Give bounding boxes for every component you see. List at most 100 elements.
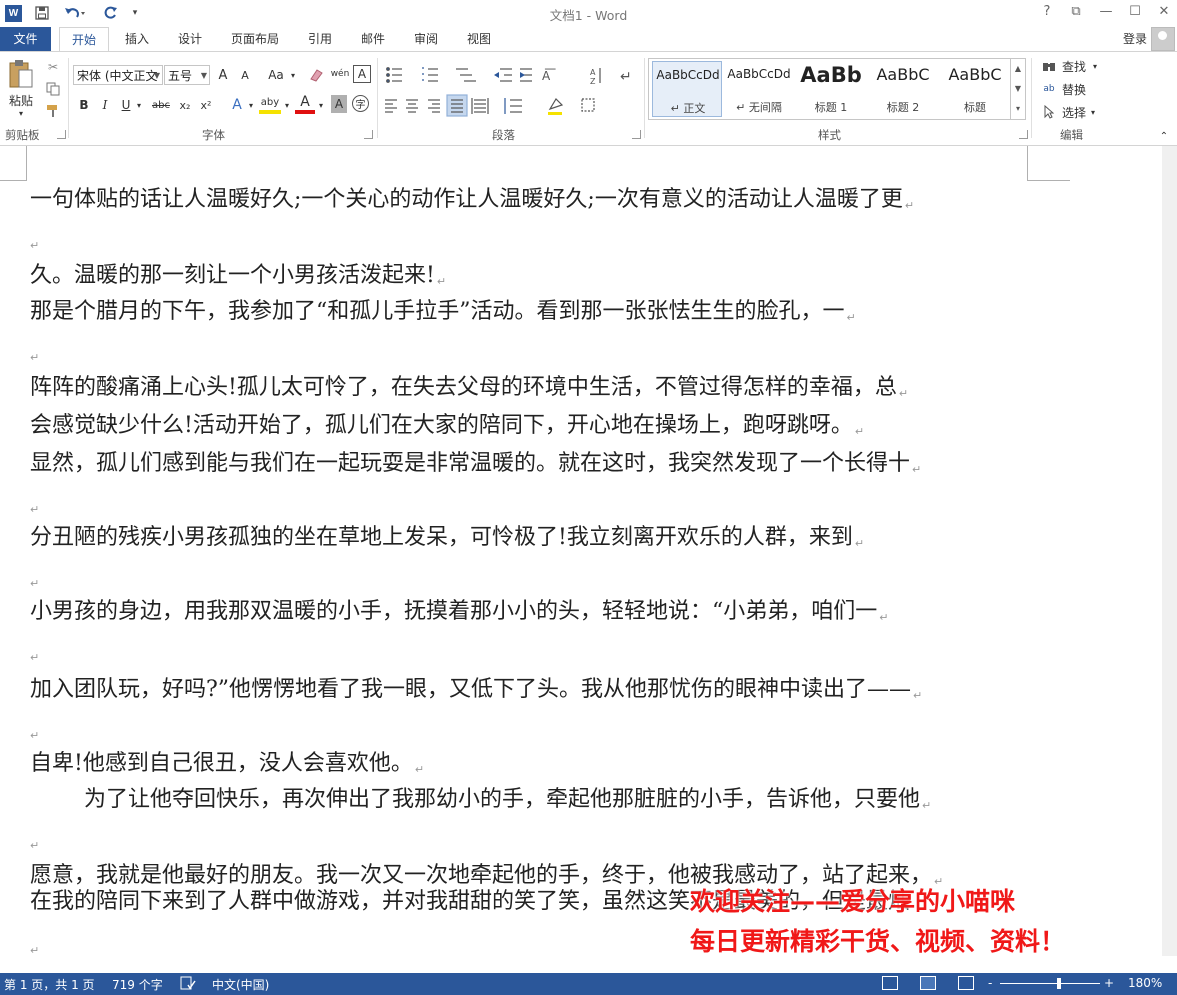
document-line[interactable]: 一句体贴的话让人温暖好久;一个关心的动作让人温暖好久;一次有意义的活动让人温暖了… [30, 186, 914, 220]
avatar[interactable] [1151, 27, 1175, 51]
print-layout-icon[interactable] [920, 976, 936, 990]
document-line[interactable]: 小男孩的身边，用我那双温暖的小手，抚摸着那小小的头，轻轻地说：“小弟弟，咱们一 ↵ [30, 598, 888, 632]
chevron-down-icon[interactable]: ▾ [282, 96, 292, 114]
phonetic-guide-icon[interactable]: wén [330, 63, 350, 85]
style-no-spacing[interactable]: AaBbCcDd ↵ 无间隔 [724, 61, 794, 117]
copy-icon[interactable] [44, 80, 62, 98]
document-line[interactable]: 那是个腊月的下午，我参加了“和孤儿手拉手”活动。看到那一张张怯生生的脸孔，一 ↵ [30, 298, 856, 332]
web-layout-icon[interactable] [958, 976, 974, 990]
cut-icon[interactable]: ✂ [44, 58, 62, 76]
replace-button[interactable]: 替换 [1060, 81, 1088, 97]
clear-formatting-icon[interactable] [306, 65, 326, 85]
superscript-button[interactable]: x² [197, 96, 215, 114]
font-name-combo[interactable]: 宋体 (中文正文 ▼ [73, 65, 163, 85]
document-line[interactable]: 阵阵的酸痛涌上心头!孤儿太可怜了，在失去父母的环境中生活，不管过得怎样的幸福，总… [30, 374, 908, 408]
find-button[interactable]: 查找 [1060, 58, 1088, 74]
document-line[interactable]: 显然，孤儿们感到能与我们在一起玩耍是非常温暖的。就在这时，我突然发现了一个长得十… [30, 450, 921, 484]
subscript-button[interactable]: x₂ [176, 96, 194, 114]
gallery-up-icon[interactable]: ▲ [1010, 59, 1025, 79]
document-page[interactable]: 一句体贴的话让人温暖好久;一个关心的动作让人温暖好久;一次有意义的活动让人温暖了… [0, 146, 1162, 956]
document-line[interactable]: 自卑!他感到自己很丑，没人会喜欢他。 ↵ [30, 750, 424, 784]
enclose-characters-button[interactable]: 字 [352, 95, 369, 112]
login-link[interactable]: 登录 [1123, 30, 1147, 47]
style-heading-1[interactable]: AaBb 标题 1 [796, 61, 866, 117]
document-line[interactable]: 加入团队玩，好吗?”他愣愣地看了我一眼，又低下了头。我从他那忧伤的眼神中读出了—… [30, 676, 922, 710]
chevron-down-icon[interactable]: ▾ [316, 96, 326, 114]
select-button[interactable]: 选择 [1060, 104, 1088, 120]
chevron-down-icon[interactable]: ▾ [1090, 58, 1100, 74]
style-normal[interactable]: AaBbCcDd ↵ 正文 [652, 61, 722, 117]
proofing-icon[interactable] [180, 976, 196, 993]
tab-page-layout[interactable]: 页面布局 [222, 27, 288, 51]
font-launcher-icon[interactable] [364, 130, 373, 139]
read-mode-icon[interactable] [882, 976, 898, 990]
character-border-icon[interactable]: A [353, 65, 371, 83]
paste-button[interactable]: 粘贴 [4, 92, 38, 108]
tab-home[interactable]: 开始 [59, 27, 109, 52]
font-size-combo[interactable]: 五号 ▼ [164, 65, 210, 85]
page-count[interactable]: 第 1 页，共 1 页 [4, 976, 95, 993]
word-count[interactable]: 719 个字 [112, 976, 163, 993]
chevron-down-icon[interactable]: ▾ [246, 96, 256, 114]
customize-quick-access-icon[interactable]: ▾ [128, 4, 142, 22]
line-spacing-icon [504, 98, 522, 114]
ribbon-display-options-icon[interactable]: ⧉ [1066, 3, 1086, 21]
chevron-down-icon[interactable]: ▾ [134, 96, 144, 114]
tab-view[interactable]: 视图 [457, 27, 501, 51]
undo-icon[interactable] [62, 4, 88, 22]
clipboard-launcher-icon[interactable] [57, 130, 66, 139]
tab-review[interactable]: 审阅 [404, 27, 448, 51]
grow-font-icon[interactable]: A [214, 65, 232, 85]
tab-file[interactable]: 文件 [0, 27, 51, 51]
change-case-icon[interactable]: Aa [264, 65, 288, 85]
document-line[interactable]: 久。温暖的那一刻让一个小男孩活泼起来! ↵ [30, 262, 446, 296]
document-line[interactable]: 分丑陋的残疾小男孩孤独的坐在草地上发呆，可怜极了!我立刻离开欢乐的人群，来到 ↵ [30, 524, 864, 558]
shrink-font-icon[interactable]: A [236, 65, 254, 85]
collapse-ribbon-icon[interactable]: ⌃ [1157, 130, 1171, 142]
zoom-slider-track[interactable] [1000, 983, 1100, 984]
tab-mailings[interactable]: 邮件 [351, 27, 395, 51]
highlight-button[interactable]: aby [259, 94, 281, 114]
show-marks-icon: ↵ [620, 69, 632, 85]
character-shading-button[interactable]: A [331, 95, 347, 113]
document-line[interactable]: 会感觉缺少什么!活动开始了，孤儿们在大家的陪同下，开心地在操场上，跑呀跳呀。 ↵ [30, 412, 864, 446]
zoom-slider-thumb[interactable] [1057, 978, 1061, 989]
chevron-down-icon[interactable]: ▾ [1088, 104, 1098, 120]
zoom-level[interactable]: 180% [1128, 976, 1162, 990]
underline-button[interactable]: U [118, 96, 134, 114]
tab-references[interactable]: 引用 [298, 27, 342, 51]
minimize-button[interactable]: — [1096, 3, 1116, 21]
tab-design[interactable]: 设计 [168, 27, 212, 51]
redo-icon[interactable] [101, 4, 123, 22]
word-app-icon[interactable]: W [5, 5, 22, 22]
gallery-more-icon[interactable]: ▾ [1010, 99, 1025, 119]
style-heading-2[interactable]: AaBbC 标题 2 [868, 61, 938, 117]
tab-insert[interactable]: 插入 [115, 27, 159, 51]
strikethrough-button[interactable]: abc [150, 96, 172, 114]
text-effects-button[interactable]: A [228, 96, 246, 114]
zoom-in-button[interactable]: + [1104, 976, 1114, 990]
gallery-down-icon[interactable]: ▼ [1010, 79, 1025, 99]
vertical-scrollbar[interactable] [1162, 146, 1177, 956]
save-icon[interactable] [33, 4, 51, 22]
bold-button[interactable]: B [76, 96, 92, 114]
paste-icon[interactable] [6, 58, 36, 90]
styles-group-label: 样式 [818, 128, 841, 142]
maximize-button[interactable]: ☐ [1125, 3, 1145, 21]
zoom-out-button[interactable]: - [988, 976, 992, 990]
paste-dropdown-icon[interactable]: ▾ [15, 108, 27, 118]
help-icon[interactable]: ? [1037, 3, 1057, 21]
close-button[interactable]: ✕ [1154, 3, 1174, 21]
language-indicator[interactable]: 中文(中国) [212, 976, 269, 993]
italic-button[interactable]: I [97, 96, 113, 114]
document-line[interactable]: 为了让他夺回快乐，再次伸出了我那幼小的手，牵起他那脏脏的小手，告诉他，只要他 ↵ [84, 786, 931, 820]
font-color-button[interactable]: A [295, 94, 315, 114]
format-painter-icon[interactable] [44, 102, 62, 120]
styles-launcher-icon[interactable] [1019, 130, 1028, 139]
style-name: 标题 [964, 101, 986, 114]
style-title[interactable]: AaBbC 标题 [940, 61, 1010, 117]
paragraph-launcher-icon[interactable] [632, 130, 641, 139]
empty-paragraph-mark: ↵ [30, 577, 40, 590]
replace-icon: ab [1043, 84, 1055, 94]
chevron-down-icon[interactable]: ▾ [289, 65, 297, 85]
